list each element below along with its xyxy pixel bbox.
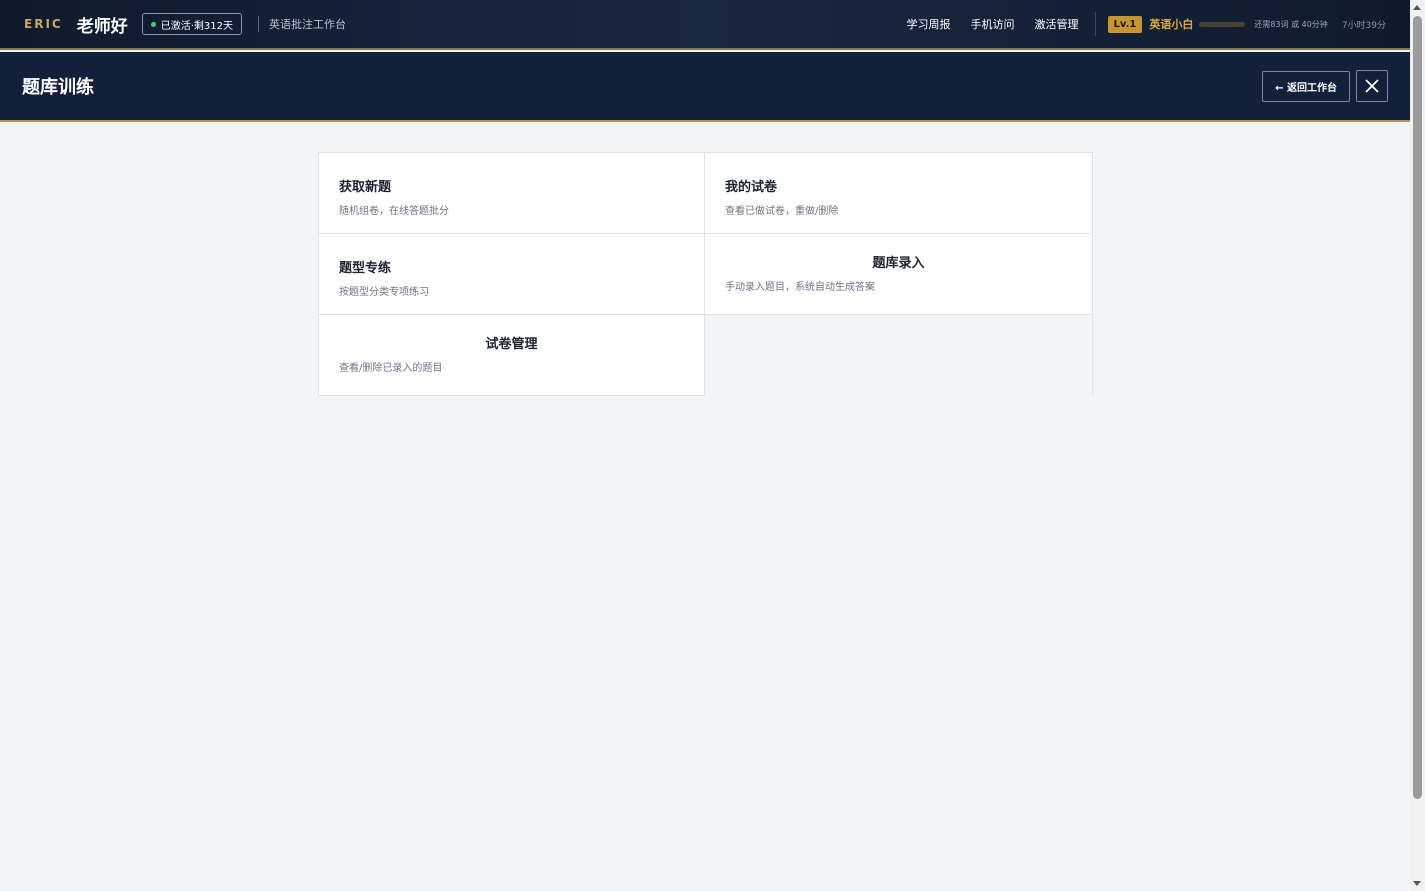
page-header: 题库训练 ← 返回工作台 bbox=[0, 52, 1410, 122]
card-desc: 手动录入题目，系统自动生成答案 bbox=[725, 282, 875, 293]
card-my-papers[interactable]: 我的试卷 查看已做试卷，重做/删除 bbox=[705, 153, 1093, 234]
card-grid: 获取新题 随机组卷，在线答题批分 我的试卷 查看已做试卷，重做/删除 题型专练 … bbox=[318, 152, 1093, 396]
vertical-scrollbar[interactable] bbox=[1410, 0, 1425, 891]
card-title: 试卷管理 bbox=[485, 337, 538, 352]
empty-grid-cell bbox=[705, 315, 1093, 396]
study-time: 7小时39分 bbox=[1341, 20, 1386, 31]
card-question-entry[interactable]: 题库录入 手动录入题目，系统自动生成答案 bbox=[705, 234, 1093, 315]
header-actions: ← 返回工作台 bbox=[1262, 70, 1388, 102]
top-bar: ERIC 老师好 已激活·剩312天 英语批注工作台 学习周报 手机访问 激活管… bbox=[0, 0, 1410, 50]
workspace-name: 英语批注工作台 bbox=[268, 18, 346, 31]
card-get-new-questions[interactable]: 获取新题 随机组卷，在线答题批分 bbox=[318, 153, 705, 234]
close-button[interactable] bbox=[1356, 70, 1388, 102]
back-to-workspace-button[interactable]: ← 返回工作台 bbox=[1262, 70, 1350, 102]
status-badge-label: 已激活·剩312天 bbox=[160, 20, 233, 32]
card-paper-management[interactable]: 试卷管理 查看/删除已录入的题目 bbox=[318, 315, 705, 396]
card-desc: 查看已做试卷，重做/删除 bbox=[725, 206, 839, 217]
page-title: 题库训练 bbox=[22, 77, 94, 98]
scroll-thumb[interactable] bbox=[1413, 16, 1422, 799]
nav-activation-management[interactable]: 激活管理 bbox=[1035, 16, 1079, 32]
card-desc: 按题型分类专项练习 bbox=[339, 287, 429, 298]
greeting: 老师好 bbox=[76, 16, 128, 37]
level-badge: Lv.1 bbox=[1107, 15, 1143, 33]
xp-remaining-text: 还需83词 或 40分钟 bbox=[1254, 19, 1328, 29]
top-nav: 学习周报 手机访问 激活管理 Lv.1 英语小白 还需83词 或 40分钟 7小… bbox=[907, 12, 1410, 36]
card-title: 获取新题 bbox=[339, 180, 392, 195]
rank-title: 英语小白 bbox=[1149, 18, 1194, 31]
brand-logo[interactable]: ERIC bbox=[24, 17, 63, 31]
divider bbox=[257, 16, 259, 32]
nav-weekly-report[interactable]: 学习周报 bbox=[907, 16, 951, 32]
card-title: 题型专练 bbox=[339, 261, 392, 276]
scroll-down-icon[interactable] bbox=[1413, 881, 1421, 886]
close-icon bbox=[1365, 79, 1379, 93]
scroll-up-icon[interactable] bbox=[1413, 5, 1421, 10]
divider bbox=[1094, 12, 1096, 36]
xp-progress-bar bbox=[1199, 21, 1246, 27]
card-desc: 查看/删除已录入的题目 bbox=[339, 363, 443, 374]
card-title: 我的试卷 bbox=[725, 180, 778, 195]
activation-status-badge[interactable]: 已激活·剩312天 bbox=[141, 13, 242, 35]
card-desc: 随机组卷，在线答题批分 bbox=[339, 206, 449, 217]
card-title: 题库录入 bbox=[872, 256, 925, 271]
nav-mobile-access[interactable]: 手机访问 bbox=[971, 16, 1015, 32]
status-dot-icon bbox=[150, 21, 156, 27]
card-question-type-practice[interactable]: 题型专练 按题型分类专项练习 bbox=[318, 234, 705, 315]
